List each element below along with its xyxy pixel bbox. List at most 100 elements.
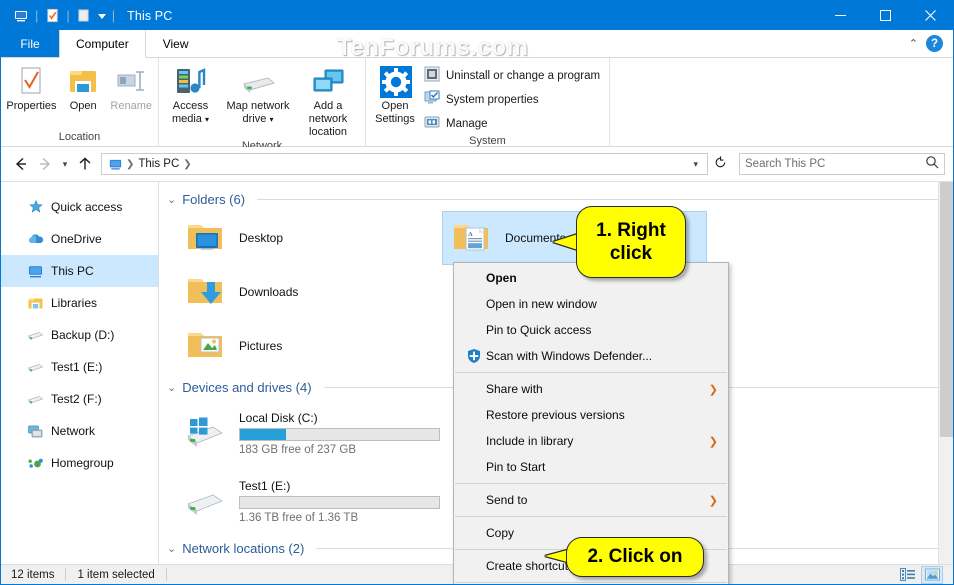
context-menu-item-pin-to-start[interactable]: Pin to Start: [454, 454, 728, 480]
list-item-downloads[interactable]: Downloads: [177, 265, 442, 319]
context-menu-item-include-in-library[interactable]: Include in library ❯: [454, 428, 728, 454]
maximize-button[interactable]: [863, 1, 908, 30]
forward-arrow-icon[interactable]: [33, 152, 57, 176]
sidebar-item-test1-e[interactable]: Test1 (E:): [1, 351, 158, 383]
ribbon-label-system-properties: System properties: [446, 94, 539, 106]
drive-icon: [27, 391, 44, 408]
sidebar-item-homegroup[interactable]: Homegroup: [1, 447, 158, 479]
file-explorer-window: | | | This PC Fil: [0, 0, 954, 585]
chevron-down-icon[interactable]: ▾: [205, 115, 209, 124]
tab-view[interactable]: View: [146, 30, 205, 57]
list-item-local-disk-c[interactable]: Local Disk (C:) 183 GB free of 237 GB: [177, 399, 442, 467]
sidebar-item-quick-access[interactable]: Quick access: [1, 191, 158, 223]
sidebar-item-this-pc[interactable]: This PC: [1, 255, 158, 287]
content-vertical-scrollbar[interactable]: [938, 182, 953, 565]
drive-info-local-disk-c: Local Disk (C:) 183 GB free of 237 GB: [239, 411, 440, 456]
ribbon-button-map-network-drive[interactable]: Map network drive ▾: [222, 62, 294, 126]
tab-computer[interactable]: Computer: [59, 30, 146, 58]
ribbon-button-open-settings[interactable]: Open Settings: [366, 62, 424, 126]
sidebar-label-test1-e: Test1 (E:): [51, 360, 102, 374]
ribbon-label-manage: Manage: [446, 118, 488, 130]
ribbon-item-uninstall-program[interactable]: Uninstall or change a program: [424, 65, 606, 86]
customize-dropdown-icon[interactable]: [95, 5, 109, 27]
chevron-down-icon[interactable]: ⌄: [167, 381, 176, 394]
list-item-pictures[interactable]: Pictures: [177, 319, 442, 373]
ribbon-label-add-network-location: Add a network location: [294, 100, 362, 139]
sidebar-item-backup-d[interactable]: Backup (D:): [1, 319, 158, 351]
properties-icon[interactable]: [41, 5, 63, 27]
list-item-label-desktop: Desktop: [239, 231, 283, 245]
group-header-folders[interactable]: ⌄ Folders (6): [159, 187, 953, 211]
folder-icon[interactable]: [73, 5, 95, 27]
context-menu-item-send-to[interactable]: Send to ❯: [454, 487, 728, 513]
sidebar-label-quick-access: Quick access: [51, 200, 122, 214]
details-view-icon[interactable]: [896, 566, 918, 584]
sidebar-label-libraries: Libraries: [51, 296, 97, 310]
address-field[interactable]: ❯ This PC ❯ ▾: [101, 153, 708, 175]
context-menu-label-send-to: Send to: [486, 493, 709, 507]
list-item-desktop[interactable]: Desktop: [177, 211, 442, 265]
context-menu-separator: [455, 372, 727, 373]
ribbon-system-small-items: Uninstall or change a program System pro…: [424, 62, 606, 134]
breadcrumb-this-pc[interactable]: This PC: [135, 158, 182, 170]
up-arrow-icon[interactable]: [73, 152, 97, 176]
callout-text-right-click: 1. Rightclick: [596, 219, 666, 265]
downloads-folder-icon: [181, 270, 229, 314]
ribbon-button-properties[interactable]: Properties: [1, 62, 62, 113]
large-icons-view-icon[interactable]: [921, 566, 943, 584]
breadcrumb-separator-1[interactable]: ❯: [182, 159, 192, 170]
search-icon[interactable]: [925, 155, 939, 174]
ribbon-button-access-media[interactable]: Access media ▾: [159, 62, 222, 126]
recent-locations-chevron-down-icon[interactable]: ▾: [57, 152, 73, 176]
search-input[interactable]: Search This PC: [739, 153, 945, 175]
window-title: This PC: [127, 9, 172, 23]
view-mode-buttons: [896, 566, 953, 584]
ribbon-button-open[interactable]: Open: [62, 62, 104, 113]
ribbon-item-system-properties[interactable]: System properties: [424, 89, 606, 110]
drive-icon: [181, 479, 229, 523]
minimize-button[interactable]: [818, 1, 863, 30]
tab-file[interactable]: File: [1, 30, 59, 57]
open-folder-icon: [67, 64, 99, 100]
ribbon: Properties Open Rename Location: [1, 58, 953, 147]
sidebar-item-onedrive[interactable]: OneDrive: [1, 223, 158, 255]
windows-drive-icon: [181, 411, 229, 455]
ribbon-label-access-media: Access media ▾: [159, 100, 222, 126]
scrollbar-thumb[interactable]: [940, 182, 953, 437]
sidebar-item-network[interactable]: Network: [1, 415, 158, 447]
context-menu-item-open-in-new-window[interactable]: Open in new window: [454, 291, 728, 317]
address-chevron-down-icon[interactable]: ▾: [686, 159, 705, 170]
help-icon[interactable]: ?: [926, 35, 943, 52]
sidebar-item-test2-f[interactable]: Test2 (F:): [1, 383, 158, 415]
svg-text:A: A: [468, 231, 473, 238]
chevron-down-icon[interactable]: ⌄: [167, 193, 176, 206]
this-pc-icon[interactable]: [10, 5, 32, 27]
chevron-down-icon[interactable]: ▾: [269, 115, 273, 124]
ribbon-button-add-network-location[interactable]: Add a network location: [294, 62, 362, 139]
close-button[interactable]: [908, 1, 953, 30]
context-menu-item-share-with[interactable]: Share with ❯: [454, 376, 728, 402]
breadcrumb-separator-0[interactable]: ❯: [125, 159, 135, 170]
status-divider-2: [166, 568, 167, 581]
list-item-test1-e-drive[interactable]: Test1 (E:) 1.36 TB free of 1.36 TB: [177, 467, 442, 535]
sidebar-item-libraries[interactable]: Libraries: [1, 287, 158, 319]
chevron-up-icon[interactable]: ⌃: [909, 37, 918, 50]
ribbon-button-rename[interactable]: Rename: [104, 62, 158, 113]
navigation-pane: Quick access OneDrive This PC Libraries: [1, 182, 159, 565]
star-icon: [27, 199, 44, 216]
back-arrow-icon[interactable]: [9, 152, 33, 176]
context-menu-item-restore-previous-versions[interactable]: Restore previous versions: [454, 402, 728, 428]
defender-shield-icon: [462, 348, 486, 364]
drive-info-test1-e: Test1 (E:) 1.36 TB free of 1.36 TB: [239, 479, 440, 524]
ribbon-item-manage[interactable]: Manage: [424, 113, 606, 134]
chevron-down-icon[interactable]: ⌄: [167, 542, 176, 555]
tabstrip-right-controls: ⌃ ?: [909, 30, 953, 57]
context-menu-label-open-in-new-window: Open in new window: [486, 297, 720, 311]
ribbon-group-label-location: Location: [1, 130, 158, 147]
context-menu-item-scan-with-windows-defender[interactable]: Scan with Windows Defender...: [454, 343, 728, 369]
refresh-icon[interactable]: [708, 156, 733, 172]
context-menu-label-include-in-library: Include in library: [486, 434, 709, 448]
context-menu-label-pin-to-quick-access: Pin to Quick access: [486, 323, 720, 337]
ribbon-group-network: Access media ▾ Map network drive ▾ Add a…: [159, 58, 366, 147]
context-menu-item-pin-to-quick-access[interactable]: Pin to Quick access: [454, 317, 728, 343]
